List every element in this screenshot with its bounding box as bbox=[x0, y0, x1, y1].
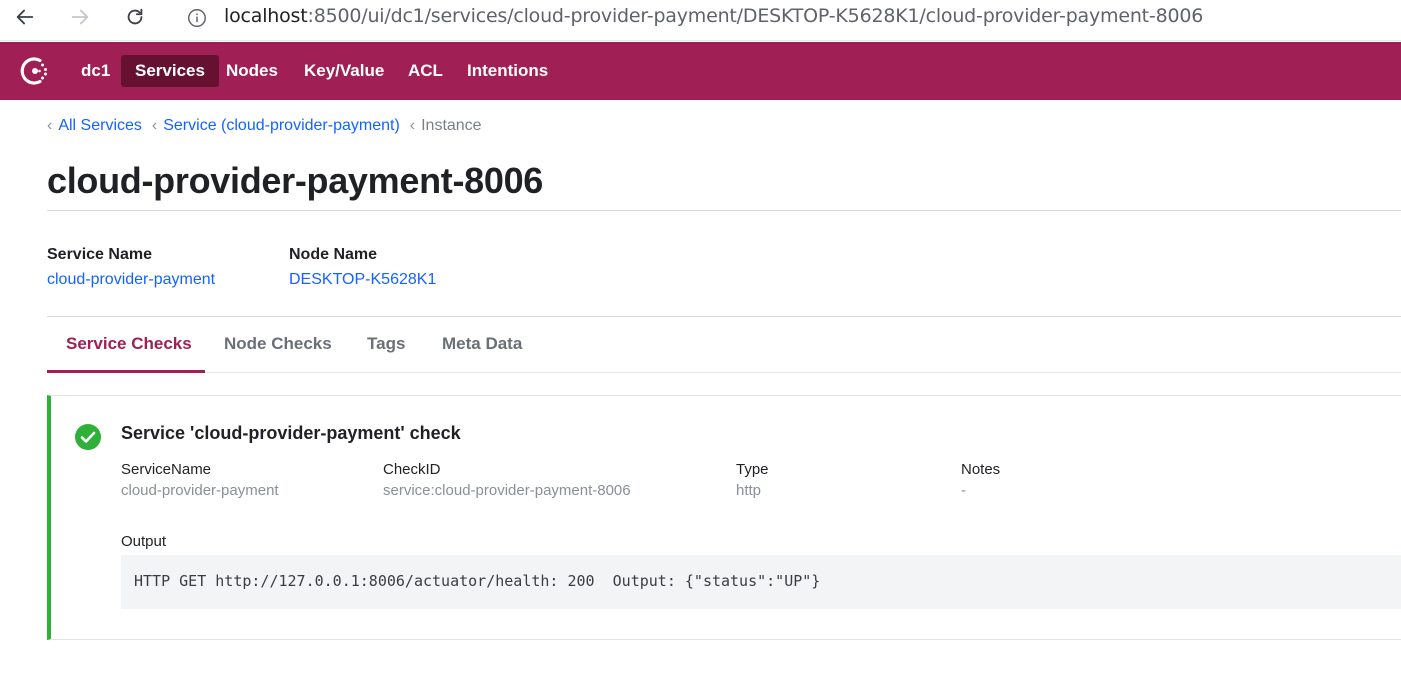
address-bar[interactable]: localhost:8500/ui/dc1/services/cloud-pro… bbox=[224, 5, 1203, 27]
output-text: HTTP GET http://127.0.0.1:8006/actuator/… bbox=[134, 572, 821, 590]
tab-meta-data[interactable]: Meta Data bbox=[442, 334, 522, 354]
output-label: Output bbox=[121, 533, 167, 550]
breadcrumb-current: Instance bbox=[421, 117, 482, 134]
info-icon[interactable] bbox=[186, 7, 208, 29]
nav-nodes[interactable]: Nodes bbox=[212, 55, 292, 87]
url-path: :8500/ui/dc1/services/cloud-provider-pay… bbox=[307, 5, 1204, 27]
reload-icon bbox=[127, 8, 143, 25]
tab-tags[interactable]: Tags bbox=[367, 334, 405, 354]
meta-divider bbox=[47, 316, 1401, 317]
arrow-right-icon bbox=[71, 9, 89, 25]
chevron-left-icon: ‹ bbox=[47, 117, 53, 134]
title-divider bbox=[47, 210, 1401, 211]
browser-toolbar: localhost:8500/ui/dc1/services/cloud-pro… bbox=[0, 0, 1401, 41]
node-name-link[interactable]: DESKTOP-K5628K1 bbox=[289, 271, 436, 289]
service-name-label: Service Name bbox=[47, 246, 152, 263]
tabs-divider bbox=[47, 372, 1401, 373]
check-notes-label: Notes bbox=[961, 461, 1001, 478]
check-servicename-label: ServiceName bbox=[121, 461, 212, 478]
breadcrumb-all-services[interactable]: All Services bbox=[58, 117, 142, 135]
chevron-left-icon: ‹ bbox=[409, 117, 416, 134]
nav-acl[interactable]: ACL bbox=[394, 55, 457, 87]
nav-key-value[interactable]: Key/Value bbox=[290, 55, 398, 87]
breadcrumb: ‹ All Services ‹ Service (cloud-provider… bbox=[47, 117, 482, 135]
service-name-link[interactable]: cloud-provider-payment bbox=[47, 271, 215, 289]
tab-service-checks[interactable]: Service Checks bbox=[66, 334, 192, 354]
active-tab-indicator bbox=[47, 370, 205, 373]
chevron-left-icon: ‹ bbox=[151, 117, 158, 134]
tab-node-checks[interactable]: Node Checks bbox=[224, 334, 332, 354]
check-id-value: service:cloud-provider-payment-8006 bbox=[383, 482, 631, 499]
back-button[interactable] bbox=[10, 4, 40, 30]
check-id-label: CheckID bbox=[383, 461, 441, 478]
forward-button[interactable] bbox=[65, 4, 95, 30]
check-type-label: Type bbox=[736, 461, 769, 478]
check-servicename-value: cloud-provider-payment bbox=[121, 482, 279, 499]
datacenter-selector[interactable]: dc1 bbox=[81, 61, 110, 81]
check-type-value: http bbox=[736, 482, 762, 499]
reload-button[interactable] bbox=[120, 4, 150, 30]
check-passing-icon bbox=[75, 424, 101, 450]
check-notes-value: - bbox=[961, 482, 966, 499]
consul-logo-icon[interactable] bbox=[18, 54, 52, 88]
nav-services[interactable]: Services bbox=[121, 55, 219, 87]
app-header: dc1 Services Nodes Key/Value ACL Intenti… bbox=[0, 42, 1401, 100]
arrow-left-icon bbox=[16, 9, 34, 25]
breadcrumb-service[interactable]: Service (cloud-provider-payment) bbox=[163, 117, 400, 135]
nav-intentions[interactable]: Intentions bbox=[453, 55, 562, 87]
node-name-label: Node Name bbox=[289, 246, 378, 263]
url-host: localhost bbox=[224, 5, 308, 27]
page-title: cloud-provider-payment-8006 bbox=[47, 160, 544, 201]
check-title: Service 'cloud-provider-payment' check bbox=[121, 423, 461, 443]
